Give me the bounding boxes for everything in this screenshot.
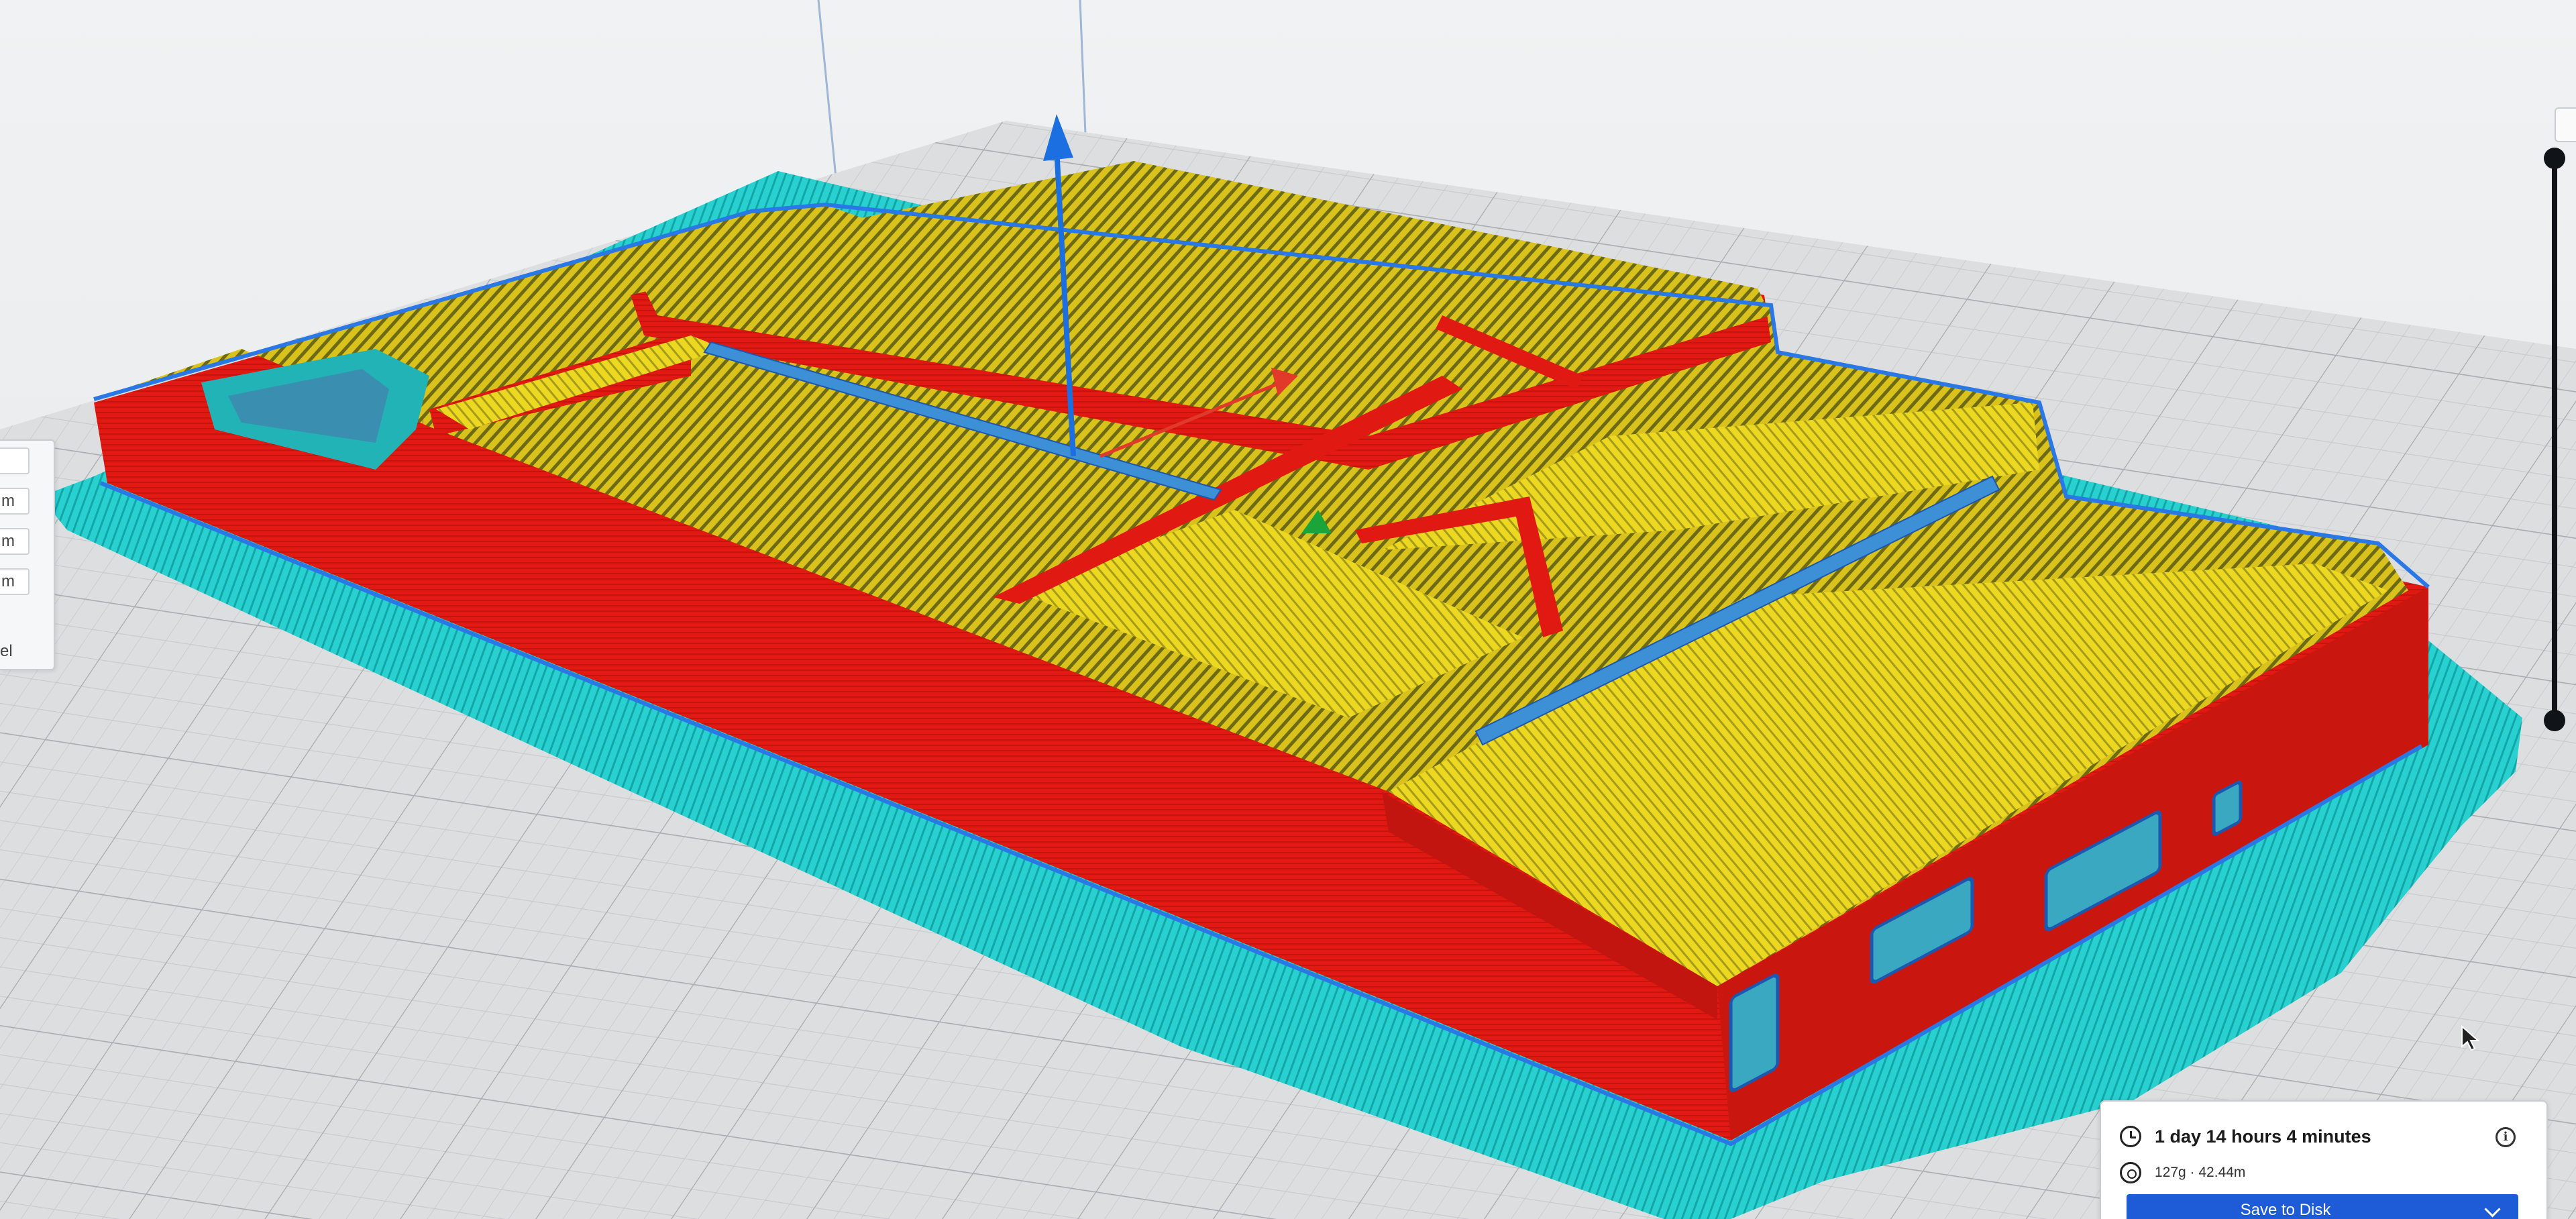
material-row: 127g · 42.44m [2120,1162,2245,1183]
mouse-cursor-icon [2461,1025,2480,1051]
save-button-label: Save to Disk [2240,1201,2331,1219]
layer-slider-track[interactable] [2552,153,2557,723]
setting-field-4[interactable]: m [0,568,30,595]
layer-slider-bottom-handle[interactable] [2544,710,2565,731]
print-info-panel: 1 day 14 hours 4 minutes 127g · 42.44m i… [2100,1100,2548,1219]
setting-field-1[interactable] [0,447,30,474]
info-icon[interactable]: i [2496,1127,2516,1147]
layer-number-box[interactable] [2555,107,2576,142]
layer-slider[interactable] [2536,0,2576,1219]
print-time-row: 1 day 14 hours 4 minutes [2120,1126,2371,1147]
layer-slider-top-handle[interactable] [2544,148,2565,169]
material-usage: 127g · 42.44m [2155,1165,2246,1180]
save-to-disk-button[interactable]: Save to Disk [2127,1194,2518,1219]
setting-field-3[interactable]: m [0,528,30,555]
build-plate-scene[interactable] [0,0,2576,1219]
print-settings-panel[interactable]: m m m el [0,439,55,670]
3d-viewport[interactable]: m m m el 1 day 14 hours 4 minutes 127g ·… [0,0,2576,1219]
panel-label-fragment: el [0,642,13,660]
print-time: 1 day 14 hours 4 minutes [2155,1126,2371,1147]
chevron-down-icon[interactable] [2484,1201,2501,1218]
clock-icon [2120,1126,2141,1147]
spool-icon [2120,1162,2141,1183]
setting-field-2[interactable]: m [0,488,30,515]
